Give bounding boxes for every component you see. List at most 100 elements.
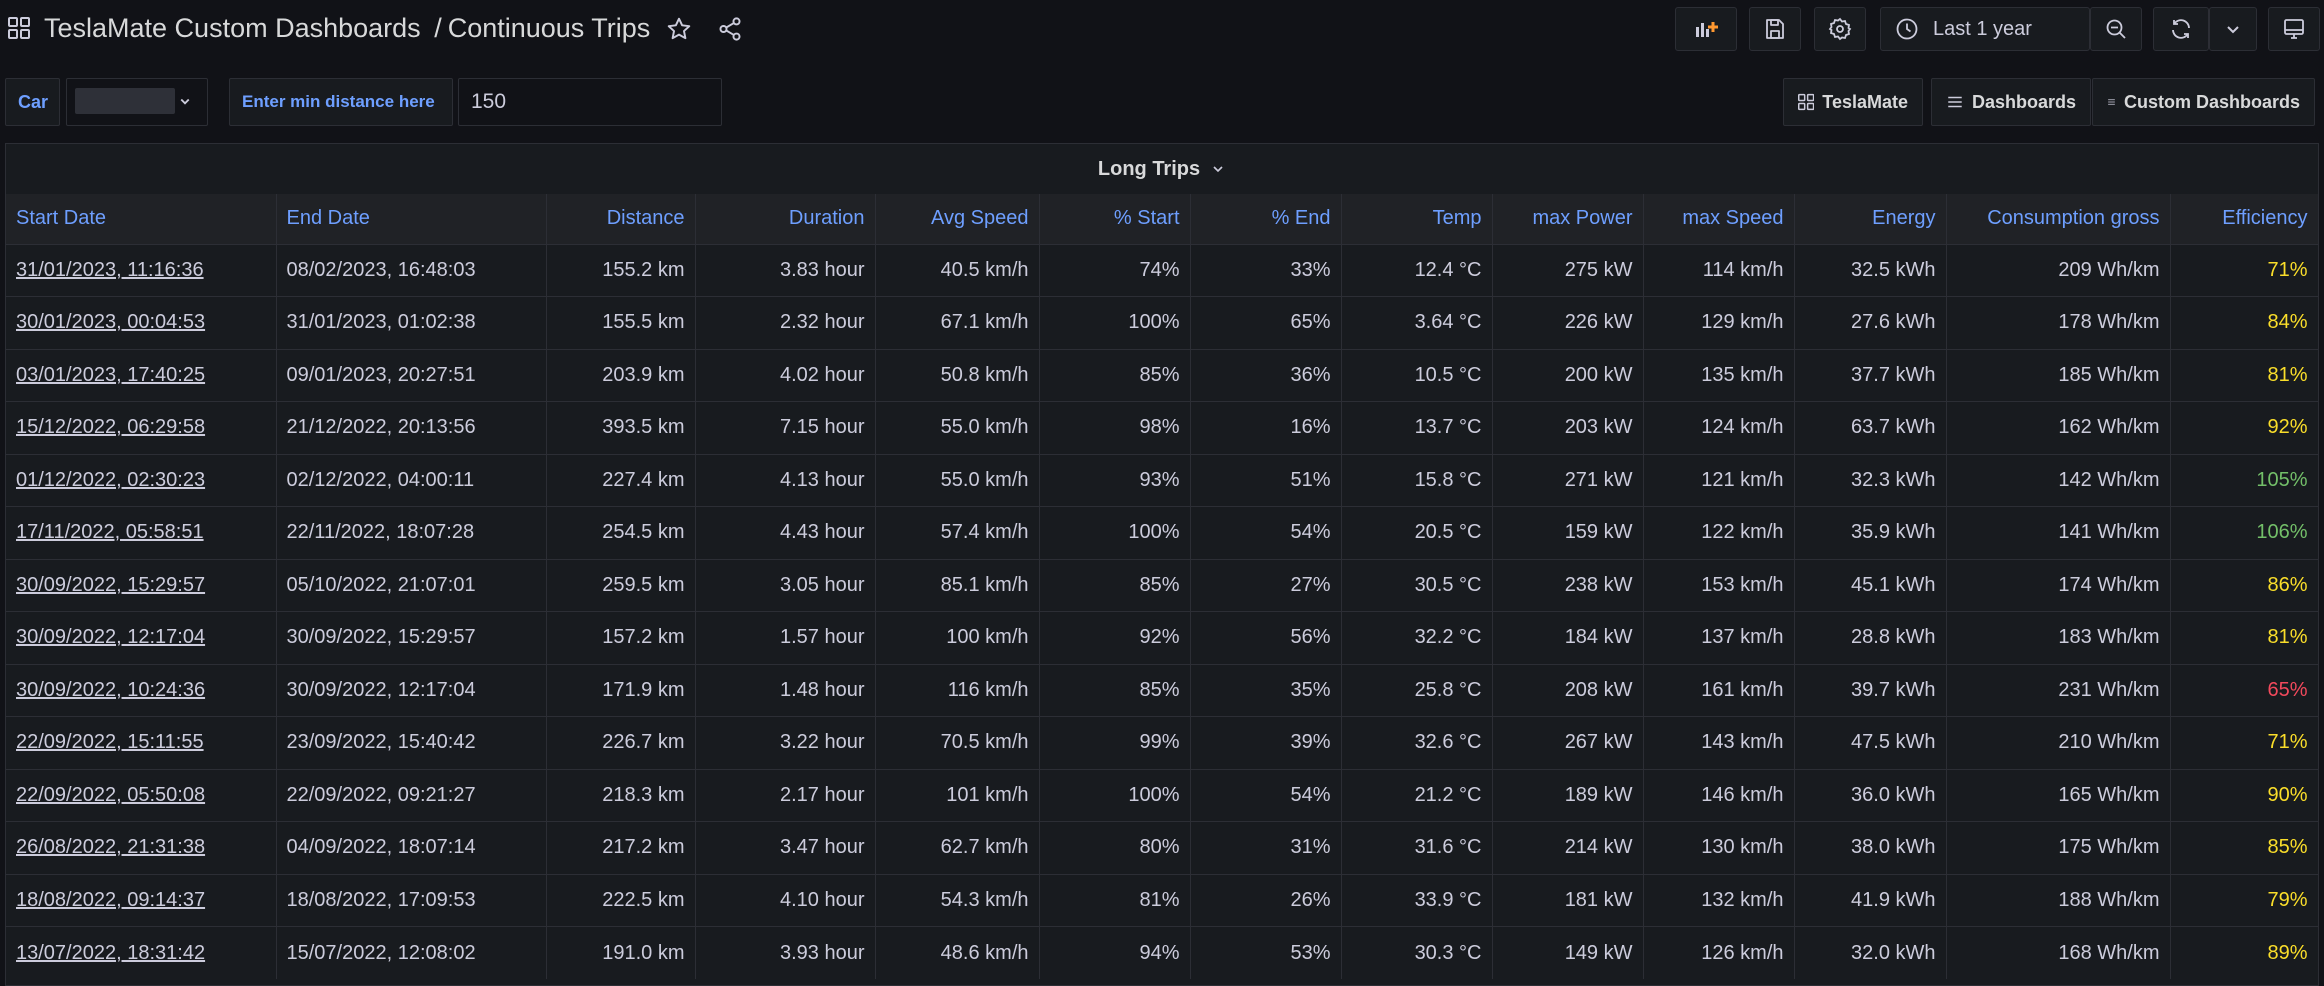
cell-avg-speed: 67.1 km/h <box>875 296 1040 349</box>
cell-max-power: 149 kW <box>1492 926 1644 979</box>
cell-pct-end: 27% <box>1190 558 1342 612</box>
column-header-energy[interactable]: Energy <box>1794 194 1947 244</box>
cell-start-date[interactable]: 30/09/2022, 10:24:36 <box>6 663 277 717</box>
view-mode-button[interactable] <box>2268 7 2320 51</box>
link-teslamate[interactable]: TeslaMate <box>1783 78 1923 126</box>
cell-end-date: 15/07/2022, 12:08:02 <box>276 926 547 979</box>
breadcrumb: TeslaMate Custom Dashboards / Continuous … <box>44 13 650 44</box>
page-title[interactable]: Continuous Trips <box>448 13 651 43</box>
column-header-efficiency[interactable]: Efficiency <box>2170 194 2318 244</box>
apps-grid-icon[interactable] <box>8 17 30 39</box>
cell-max-power: 184 kW <box>1492 611 1644 664</box>
column-header-end-date[interactable]: End Date <box>276 194 547 244</box>
column-header-duration[interactable]: Duration <box>695 194 876 244</box>
cell-max-power: 208 kW <box>1492 663 1644 717</box>
link-dashboards[interactable]: Dashboards <box>1931 78 2091 126</box>
column-header-max-power[interactable]: max Power <box>1492 194 1644 244</box>
star-icon[interactable] <box>666 16 692 42</box>
cell-end-date: 09/01/2023, 20:27:51 <box>276 348 547 402</box>
cell-temp: 25.8 °C <box>1341 663 1493 717</box>
column-header-distance[interactable]: Distance <box>546 194 696 244</box>
column-header-pct-end[interactable]: % End <box>1190 194 1342 244</box>
top-navbar: TeslaMate Custom Dashboards / Continuous … <box>0 0 2324 60</box>
cell-start-date[interactable]: 30/01/2023, 00:04:53 <box>6 296 277 349</box>
cell-duration: 3.05 hour <box>695 558 876 612</box>
cell-start-date[interactable]: 17/11/2022, 05:58:51 <box>6 506 277 559</box>
cell-pct-end: 54% <box>1190 506 1342 559</box>
column-header-consumption-gross[interactable]: Consumption gross <box>1946 194 2171 244</box>
cell-temp: 12.4 °C <box>1341 243 1493 297</box>
add-panel-icon <box>1696 22 1718 37</box>
cell-start-date[interactable]: 03/01/2023, 17:40:25 <box>6 348 277 402</box>
cell-start-date[interactable]: 30/09/2022, 12:17:04 <box>6 611 277 664</box>
cell-distance: 157.2 km <box>546 611 696 664</box>
panel-header[interactable]: Long Trips <box>6 144 2318 194</box>
column-header-max-speed[interactable]: max Speed <box>1643 194 1795 244</box>
cell-max-speed: 124 km/h <box>1643 401 1795 454</box>
column-header-start-date[interactable]: Start Date <box>6 194 277 244</box>
cell-start-date[interactable]: 30/09/2022, 15:29:57 <box>6 558 277 612</box>
cell-pct-start: 92% <box>1039 611 1191 664</box>
cell-start-date[interactable]: 01/12/2022, 02:30:23 <box>6 453 277 507</box>
cell-distance: 254.5 km <box>546 506 696 559</box>
dashboard-settings-button[interactable] <box>1814 7 1866 51</box>
bars-icon <box>1948 96 1962 108</box>
cell-consumption-gross: 185 Wh/km <box>1946 348 2171 402</box>
cell-start-date[interactable]: 31/01/2023, 11:16:36 <box>6 243 277 297</box>
table-row: 30/01/2023, 00:04:53 31/01/2023, 01:02:38… <box>6 296 2318 349</box>
table-body: 31/01/2023, 11:16:36 08/02/2023, 16:48:03… <box>6 243 2318 979</box>
table-row: 30/09/2022, 10:24:36 30/09/2022, 12:17:04… <box>6 663 2318 717</box>
cell-pct-end: 53% <box>1190 926 1342 979</box>
cell-end-date: 02/12/2022, 04:00:11 <box>276 453 547 507</box>
long-trips-panel: Long Trips Start Date End Date Distance Dur… <box>5 143 2319 986</box>
cell-duration: 7.15 hour <box>695 401 876 454</box>
zoom-out-button[interactable] <box>2090 7 2142 51</box>
column-header-avg-speed[interactable]: Avg Speed <box>875 194 1040 244</box>
cell-pct-end: 36% <box>1190 348 1342 402</box>
link-custom-dashboards[interactable]: Custom Dashboards <box>2092 78 2315 126</box>
cell-consumption-gross: 142 Wh/km <box>1946 453 2171 507</box>
cell-start-date[interactable]: 13/07/2022, 18:31:42 <box>6 926 277 979</box>
cell-efficiency: 106% <box>2170 506 2318 559</box>
cell-start-date[interactable]: 18/08/2022, 09:14:37 <box>6 873 277 927</box>
refresh-interval-dropdown[interactable] <box>2209 7 2257 51</box>
cell-efficiency: 65% <box>2170 663 2318 717</box>
cell-duration: 2.32 hour <box>695 296 876 349</box>
cell-duration: 1.48 hour <box>695 663 876 717</box>
cell-pct-start: 85% <box>1039 663 1191 717</box>
cell-distance: 393.5 km <box>546 401 696 454</box>
cell-max-speed: 161 km/h <box>1643 663 1795 717</box>
add-panel-button[interactable] <box>1675 7 1737 51</box>
cell-max-power: 203 kW <box>1492 401 1644 454</box>
breadcrumb-folder[interactable]: TeslaMate Custom Dashboards <box>44 13 421 43</box>
cell-pct-start: 85% <box>1039 558 1191 612</box>
cell-pct-start: 100% <box>1039 506 1191 559</box>
cell-efficiency: 84% <box>2170 296 2318 349</box>
cell-max-speed: 153 km/h <box>1643 558 1795 612</box>
column-header-temp[interactable]: Temp <box>1341 194 1493 244</box>
cell-pct-end: 65% <box>1190 296 1342 349</box>
table-row: 30/09/2022, 12:17:04 30/09/2022, 15:29:57… <box>6 611 2318 664</box>
cell-efficiency: 86% <box>2170 558 2318 612</box>
cell-end-date: 08/02/2023, 16:48:03 <box>276 243 547 297</box>
cell-energy: 32.3 kWh <box>1794 453 1947 507</box>
cell-temp: 15.8 °C <box>1341 453 1493 507</box>
cell-start-date[interactable]: 15/12/2022, 06:29:58 <box>6 401 277 454</box>
cell-start-date[interactable]: 22/09/2022, 05:50:08 <box>6 768 277 822</box>
column-header-pct-start[interactable]: % Start <box>1039 194 1191 244</box>
time-range-picker[interactable]: Last 1 year <box>1880 7 2090 51</box>
cell-start-date[interactable]: 22/09/2022, 15:11:55 <box>6 716 277 769</box>
save-dashboard-button[interactable] <box>1749 7 1801 51</box>
gear-icon <box>1828 17 1852 41</box>
refresh-button[interactable] <box>2153 7 2209 51</box>
share-icon[interactable] <box>717 16 743 42</box>
chevron-down-icon <box>2227 26 2239 34</box>
min-distance-input[interactable]: 150 <box>458 78 722 126</box>
cell-pct-end: 35% <box>1190 663 1342 717</box>
cell-avg-speed: 55.0 km/h <box>875 453 1040 507</box>
min-distance-label: Enter min distance here <box>229 78 453 126</box>
chevron-down-icon <box>1213 166 1223 173</box>
cell-pct-end: 16% <box>1190 401 1342 454</box>
cell-start-date[interactable]: 26/08/2022, 21:31:38 <box>6 821 277 874</box>
table-header-row: Start Date End Date Distance Duration Avg Sp… <box>6 194 2318 244</box>
